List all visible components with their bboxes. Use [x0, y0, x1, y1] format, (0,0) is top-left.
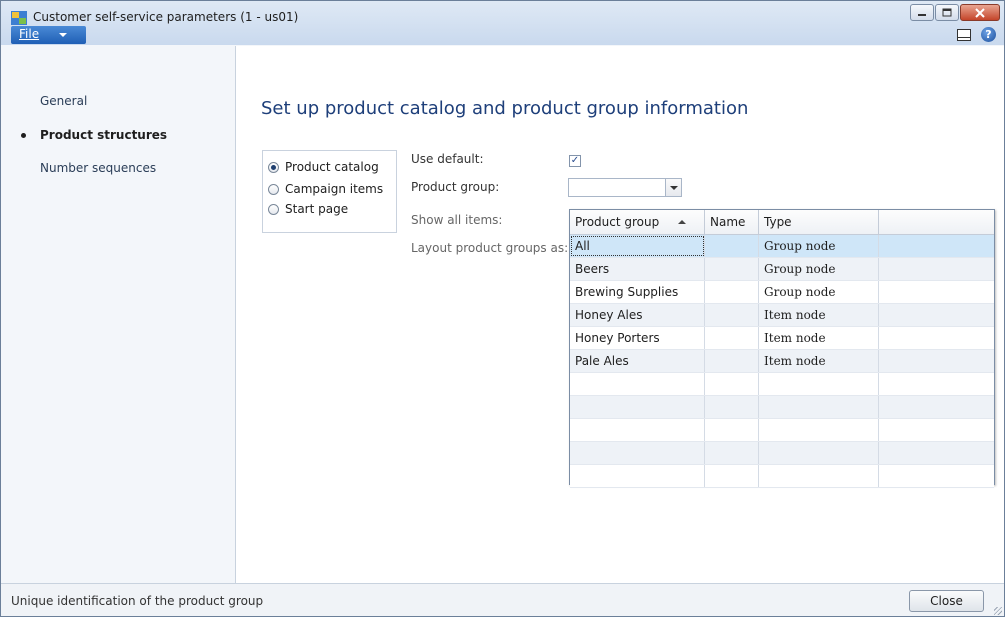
page-title: Set up product catalog and product group…	[261, 98, 749, 119]
cell-name	[705, 465, 759, 487]
window-title: Customer self-service parameters (1 - us…	[33, 10, 299, 24]
cell-name	[705, 327, 759, 349]
app-icon	[11, 11, 27, 25]
cell-name	[705, 258, 759, 280]
file-menu-label: File	[19, 27, 40, 41]
product-group-lookup: Product group Name Type All Group node Bee…	[569, 209, 995, 488]
cell-type: Group node	[759, 281, 879, 303]
close-window-button[interactable]	[960, 4, 1000, 21]
cell-type: Group node	[759, 258, 879, 280]
cell-product-group	[570, 396, 705, 418]
status-bar: Unique identification of the product gro…	[1, 583, 1004, 616]
lookup-header: Product group Name Type	[570, 210, 994, 235]
cell-name	[705, 304, 759, 326]
catalog-type-group: Product catalog Campaign items Start pag…	[262, 150, 397, 233]
cell-name	[705, 235, 759, 257]
table-row[interactable]: Beers Group node	[570, 258, 994, 281]
empty-row	[570, 442, 994, 465]
sidebar-item-product-structures[interactable]: Product structures	[40, 128, 167, 142]
active-bullet-icon	[21, 133, 26, 138]
radio-start-page[interactable]: Start page	[268, 202, 348, 216]
product-group-label: Product group:	[411, 180, 500, 194]
empty-row	[570, 396, 994, 419]
empty-row	[570, 419, 994, 442]
status-help-text: Unique identification of the product gro…	[11, 594, 264, 608]
table-row[interactable]: All Group node	[570, 235, 994, 258]
radio-label: Product catalog	[285, 160, 379, 174]
cell-type	[759, 396, 879, 418]
cell-type	[759, 465, 879, 487]
cell-name	[705, 442, 759, 464]
file-menu-button[interactable]: File	[11, 26, 86, 44]
cell-type	[759, 373, 879, 395]
cell-type: Item node	[759, 304, 879, 326]
minimize-button[interactable]	[910, 4, 934, 21]
maximize-icon	[942, 8, 952, 17]
cell-product-group: Beers	[570, 258, 705, 280]
cell-name	[705, 281, 759, 303]
product-group-combobox[interactable]	[568, 178, 682, 197]
cell-name	[705, 350, 759, 372]
empty-row	[570, 373, 994, 396]
table-row[interactable]: Honey Ales Item node	[570, 304, 994, 327]
sidebar-item-general[interactable]: General	[40, 94, 87, 108]
sidebar-item-number-sequences[interactable]: Number sequences	[40, 161, 156, 175]
radio-campaign-items[interactable]: Campaign items	[268, 182, 383, 196]
cell-type: Group node	[759, 235, 879, 257]
radio-product-catalog[interactable]: Product catalog	[268, 160, 379, 174]
resize-grip-icon[interactable]	[994, 607, 1002, 615]
cell-type: Item node	[759, 327, 879, 349]
show-all-items-label: Show all items:	[411, 213, 503, 227]
factbox-pane-icon[interactable]	[957, 28, 971, 41]
radio-label: Start page	[285, 202, 349, 216]
table-row[interactable]: Pale Ales Item node	[570, 350, 994, 373]
sort-ascending-icon	[678, 220, 686, 224]
column-header-type[interactable]: Type	[759, 210, 879, 234]
use-default-checkbox[interactable]: ✓	[569, 155, 581, 167]
cell-name	[705, 396, 759, 418]
cell-product-group: Brewing Supplies	[570, 281, 705, 303]
close-icon	[975, 7, 985, 18]
cell-product-group	[570, 373, 705, 395]
cell-product-group: Pale Ales	[570, 350, 705, 372]
maximize-button[interactable]	[935, 4, 959, 21]
minimize-icon	[918, 13, 926, 16]
cell-type: Item node	[759, 350, 879, 372]
title-bar: Customer self-service parameters (1 - us…	[1, 1, 1004, 45]
cell-product-group: Honey Ales	[570, 304, 705, 326]
layout-groups-label: Layout product groups as:	[411, 241, 569, 255]
table-row[interactable]: Brewing Supplies Group node	[570, 281, 994, 304]
cell-product-group	[570, 419, 705, 441]
use-default-label: Use default:	[411, 152, 484, 166]
sidebar: General Product structures Number sequen…	[1, 46, 236, 583]
cell-product-group: Honey Porters	[570, 327, 705, 349]
cell-product-group: All	[570, 235, 705, 257]
cell-product-group	[570, 465, 705, 487]
radio-label: Campaign items	[285, 182, 384, 196]
cell-type	[759, 419, 879, 441]
cell-name	[705, 373, 759, 395]
chevron-down-icon	[59, 33, 67, 37]
top-right-toolbar: ?	[957, 27, 996, 42]
cell-product-group	[570, 442, 705, 464]
radio-unselected-icon	[268, 203, 279, 215]
column-header-name[interactable]: Name	[705, 210, 759, 234]
help-icon[interactable]: ?	[981, 27, 996, 42]
table-row[interactable]: Honey Porters Item node	[570, 327, 994, 350]
window-controls	[910, 4, 1000, 21]
dropdown-arrow-icon[interactable]	[665, 179, 681, 196]
radio-unselected-icon	[268, 183, 279, 195]
app-window: Customer self-service parameters (1 - us…	[0, 0, 1005, 617]
close-button[interactable]: Close	[909, 590, 984, 612]
empty-row	[570, 465, 994, 488]
radio-selected-icon	[268, 161, 279, 173]
cell-type	[759, 442, 879, 464]
cell-name	[705, 419, 759, 441]
